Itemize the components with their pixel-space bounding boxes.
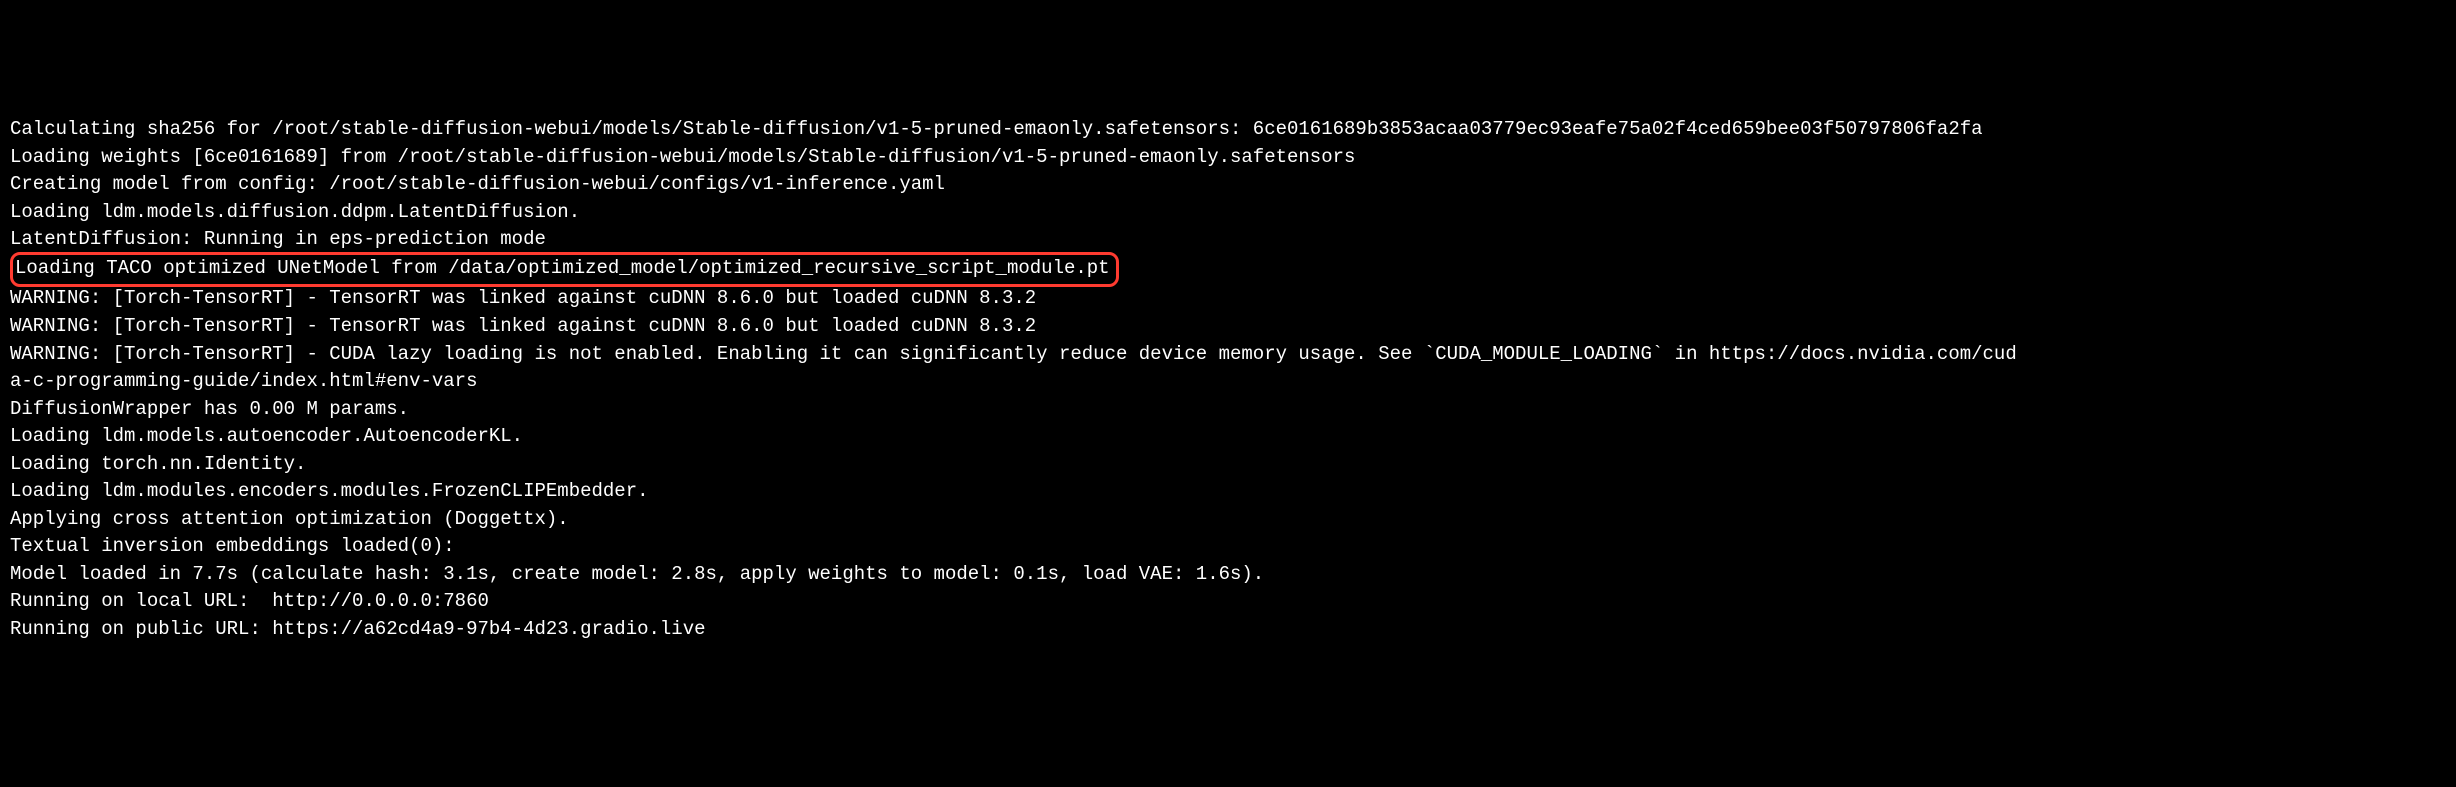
- log-line: a-c-programming-guide/index.html#env-var…: [10, 368, 2446, 396]
- log-line: DiffusionWrapper has 0.00 M params.: [10, 396, 2446, 424]
- log-line: Applying cross attention optimization (D…: [10, 506, 2446, 534]
- log-line: Model loaded in 7.7s (calculate hash: 3.…: [10, 561, 2446, 589]
- highlight-box: Loading TACO optimized UNetModel from /d…: [10, 252, 1119, 288]
- log-line: WARNING: [Torch-TensorRT] - TensorRT was…: [10, 285, 2446, 313]
- terminal-output: Calculating sha256 for /root/stable-diff…: [10, 116, 2446, 643]
- log-line: Textual inversion embeddings loaded(0):: [10, 533, 2446, 561]
- log-line: Loading ldm.models.diffusion.ddpm.Latent…: [10, 199, 2446, 227]
- log-line: Running on public URL: https://a62cd4a9-…: [10, 616, 2446, 644]
- log-line: Running on local URL: http://0.0.0.0:786…: [10, 588, 2446, 616]
- log-line: WARNING: [Torch-TensorRT] - TensorRT was…: [10, 313, 2446, 341]
- log-line: Loading ldm.modules.encoders.modules.Fro…: [10, 478, 2446, 506]
- log-line: Loading weights [6ce0161689] from /root/…: [10, 144, 2446, 172]
- log-line: Loading torch.nn.Identity.: [10, 451, 2446, 479]
- log-line: LatentDiffusion: Running in eps-predicti…: [10, 226, 2446, 254]
- log-line: WARNING: [Torch-TensorRT] - CUDA lazy lo…: [10, 341, 2446, 369]
- log-line: Creating model from config: /root/stable…: [10, 171, 2446, 199]
- log-line: Loading ldm.models.autoencoder.Autoencod…: [10, 423, 2446, 451]
- log-line: Calculating sha256 for /root/stable-diff…: [10, 116, 2446, 144]
- log-line-highlighted: Loading TACO optimized UNetModel from /d…: [10, 254, 2446, 286]
